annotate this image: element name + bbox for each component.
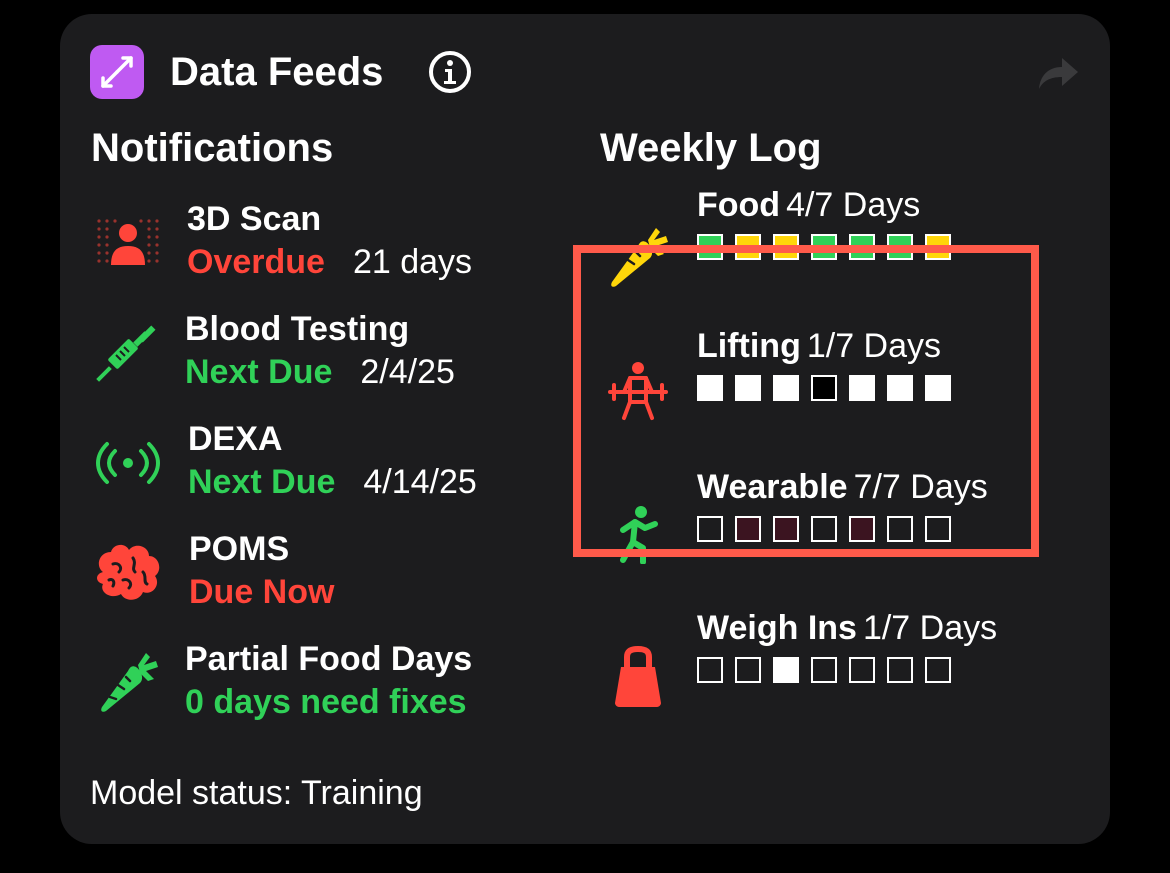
notification-partial-food-days[interactable]: Partial Food Days 0 days need fixes xyxy=(90,638,530,728)
notification-title: 3D Scan xyxy=(187,200,322,238)
model-status: Model status: Training xyxy=(90,774,423,812)
notification-status: Next Due xyxy=(188,463,336,501)
log-label: Food 4/7 Days xyxy=(697,184,920,226)
share-arrow-icon xyxy=(1039,58,1078,89)
highlight-box xyxy=(573,245,1039,557)
notification-status: 0 days need fixes xyxy=(185,683,467,721)
day-square xyxy=(887,657,913,683)
notification-dexa[interactable]: DEXA Next Due 4/14/25 xyxy=(90,418,530,508)
widget-title: Data Feeds xyxy=(170,50,384,94)
log-row-weigh-ins[interactable]: Weigh Ins 1/7 Days xyxy=(600,607,1040,707)
log-name: Weigh Ins xyxy=(697,609,857,647)
weekly-log-heading: Weekly Log xyxy=(600,126,822,170)
notification-when: 2/4/25 xyxy=(360,353,455,391)
day-square xyxy=(849,657,875,683)
broadcast-icon xyxy=(90,418,166,508)
info-button[interactable] xyxy=(428,50,472,94)
notification-title: Blood Testing xyxy=(185,310,410,348)
notification-status-line: 0 days need fixes xyxy=(185,681,467,723)
notification-poms[interactable]: POMS Due Now xyxy=(90,528,530,618)
notification-status: Due Now xyxy=(189,573,335,611)
carrot-icon xyxy=(90,638,166,728)
log-days: 4/7 Days xyxy=(786,186,921,224)
notification-status-line: Next Due 4/14/25 xyxy=(188,461,477,503)
notification-title: DEXA xyxy=(188,420,283,458)
day-square xyxy=(773,657,799,683)
day-square xyxy=(811,657,837,683)
notification-status-line: Overdue 21 days xyxy=(187,241,472,283)
log-name: Food xyxy=(697,186,781,224)
body-scan-icon xyxy=(90,198,166,288)
notification-3d-scan[interactable]: 3D Scan Overdue 21 days xyxy=(90,198,530,288)
notification-status-line: Next Due 2/4/25 xyxy=(185,351,455,393)
info-icon xyxy=(429,51,471,93)
brain-icon xyxy=(90,528,166,618)
notifications-heading: Notifications xyxy=(91,126,334,170)
share-button[interactable] xyxy=(1036,54,1080,92)
day-square xyxy=(925,657,951,683)
notification-status: Next Due xyxy=(185,353,333,391)
arrows-exchange-icon xyxy=(101,56,133,88)
notification-title: Partial Food Days xyxy=(185,640,473,678)
notification-title: POMS xyxy=(189,530,290,568)
log-label: Weigh Ins 1/7 Days xyxy=(697,607,997,649)
notification-blood-testing[interactable]: Blood Testing Next Due 2/4/25 xyxy=(90,308,530,398)
syringe-icon xyxy=(90,308,166,398)
notification-status-line: Due Now xyxy=(189,571,334,613)
kettlebell-icon xyxy=(600,639,676,715)
notification-status: Overdue xyxy=(187,243,325,281)
day-square xyxy=(735,657,761,683)
data-feeds-app-icon[interactable] xyxy=(90,45,144,99)
day-squares xyxy=(697,657,951,683)
notification-when: 4/14/25 xyxy=(363,463,477,501)
day-square xyxy=(697,657,723,683)
log-days: 1/7 Days xyxy=(862,609,998,647)
notification-when: 21 days xyxy=(352,243,473,281)
